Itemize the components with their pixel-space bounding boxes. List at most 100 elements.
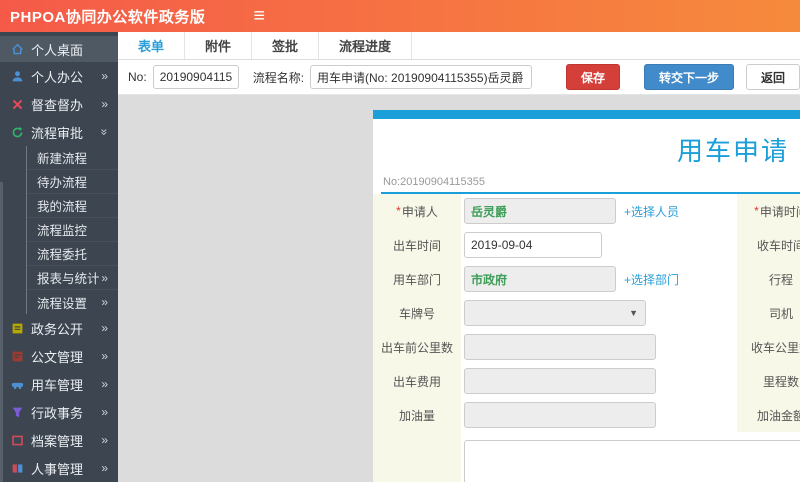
car-icon [10,377,24,391]
sidebar-item-label: 人事管理 [31,461,84,477]
depart-time-input[interactable] [464,232,602,258]
vehicle-request-form-panel: 用车申请 No:20190904115355 *申请人 +选择人员 *申请时间 … [373,110,800,482]
driver-label: 司机 [737,296,800,330]
chevron-double-right-icon: » [101,349,108,363]
chevron-double-right-icon: » [101,69,108,83]
sidebar-item-label: 行政事务 [31,405,84,421]
archive-box-icon [10,433,24,447]
chevron-double-right-icon: » [101,295,108,309]
submenu-label: 待办流程 [37,176,88,190]
required-mark: * [396,204,401,218]
sidebar: 个人桌面 个人办公 » 督查督办 » 流程审批 » 新建流程 待办流程 我的流程… [0,32,118,482]
submenu-label: 报表与统计 [37,272,100,286]
sidebar-item-label: 督查督办 [31,97,84,113]
submenu-item-pending-workflow[interactable]: 待办流程 [27,170,118,194]
select-person-link[interactable]: +选择人员 [624,203,679,220]
app-header: PHPOA协同办公软件政务版 ≡ [0,0,800,32]
submenu-item-workflow-delegate[interactable]: 流程委托 [27,242,118,266]
chevron-double-right-icon: » [101,97,108,111]
sidebar-item-gov-disclosure[interactable]: 政务公开 » [0,314,118,342]
km-return-label: 收车公里数 [737,330,800,364]
panel-accent-bar [373,110,800,119]
submenu-label: 流程委托 [37,248,88,262]
depart-time-label: 出车时间 [373,228,461,262]
document-icon [10,349,24,363]
cross-icon [10,97,24,111]
chevron-double-right-icon: » [101,461,108,475]
form-title: 用车申请 [676,136,789,166]
workflow-submenu: 新建流程 待办流程 我的流程 流程监控 流程委托 报表与统计» 流程设置 » [26,146,118,314]
workflow-name-label: 流程名称: [252,70,305,85]
submenu-item-workflow-monitor[interactable]: 流程监控 [27,218,118,242]
chevron-double-right-icon: » [101,433,108,447]
department-label: 用车部门 [373,262,461,296]
sidebar-item-label: 档案管理 [31,433,84,449]
trip-cost-input[interactable] [464,368,656,394]
save-button[interactable]: 保存 [565,64,620,90]
app-title: PHPOA协同办公软件政务版 [10,8,206,26]
hamburger-menu-icon[interactable]: ≡ [253,6,265,26]
chevron-double-down-icon: » [97,128,112,136]
tab-label: 表单 [138,39,165,54]
applicant-input[interactable] [464,198,616,224]
tab-signoff[interactable]: 签批 [252,32,320,59]
km-before-label: 出车前公里数 [373,330,461,364]
fuel-amount-input[interactable] [464,402,656,428]
sidebar-item-vehicle-management[interactable]: 用车管理 » [0,370,118,398]
caret-down-icon: ▼ [629,308,638,318]
sidebar-item-supervision[interactable]: 督查督办 » [0,90,118,118]
sidebar-item-workflow-approval[interactable]: 流程审批 » [0,118,118,146]
fuel-cost-label: 加油金额 [737,398,800,432]
department-input[interactable] [464,266,616,292]
forward-next-step-button[interactable]: 转交下一步 [643,64,734,90]
cycle-arrows-icon [10,125,24,139]
sidebar-item-label: 流程审批 [31,125,84,141]
submenu-label: 流程设置 [37,296,88,311]
reason-label-cell: 申请事由 [373,432,461,482]
tab-label: 附件 [205,39,232,54]
sidebar-item-label: 用车管理 [31,377,84,393]
chevron-double-right-icon: » [101,405,108,419]
submenu-label: 流程监控 [37,224,88,238]
back-button[interactable]: 返回 [745,64,800,90]
chevron-double-right-icon: » [101,321,108,335]
toolbar: No: 流程名称: 保存 转交下一步 返回 [118,60,800,95]
funnel-icon [10,405,24,419]
tab-label: 签批 [272,39,299,54]
plate-number-label: 车牌号 [373,296,461,330]
tab-progress[interactable]: 流程进度 [319,32,413,59]
home-icon [10,42,24,56]
tab-label: 流程进度 [339,39,392,54]
plate-number-select[interactable]: ▼ [464,300,646,326]
apply-time-label: *申请时间 [737,194,800,228]
sidebar-item-hr-management[interactable]: 人事管理 » [0,454,118,482]
submenu-item-new-workflow[interactable]: 新建流程 [27,146,118,170]
sidebar-item-label: 个人桌面 [31,42,84,58]
tab-form[interactable]: 表单 [118,32,186,59]
reason-textarea[interactable] [464,440,800,482]
submenu-item-my-workflow[interactable]: 我的流程 [27,194,118,218]
sidebar-item-admin-affairs[interactable]: 行政事务 » [0,398,118,426]
sidebar-item-archive-management[interactable]: 档案管理 » [0,426,118,454]
tab-attachments[interactable]: 附件 [185,32,253,59]
grid-document-icon [10,321,24,335]
return-time-label: 收车时间 [737,228,800,262]
submenu-item-workflow-settings[interactable]: 流程设置 » [27,290,118,314]
sidebar-item-label: 公文管理 [31,349,84,365]
submenu-label: 新建流程 [37,152,88,166]
user-icon [10,69,24,83]
no-label: No: [128,70,147,84]
sidebar-item-personal-office[interactable]: 个人办公 » [0,62,118,90]
km-before-input[interactable] [464,334,656,360]
workflow-name-input[interactable] [310,65,532,89]
no-input[interactable] [152,65,239,89]
tab-bar: 表单 附件 签批 流程进度 [118,32,800,60]
select-department-link[interactable]: +选择部门 [624,271,679,288]
chevron-double-right-icon: » [101,377,108,391]
sidebar-item-personal-desktop[interactable]: 个人桌面 [0,36,118,62]
sidebar-item-label: 个人办公 [31,69,84,85]
sidebar-item-label: 政务公开 [31,321,84,337]
trip-cost-label: 出车费用 [373,364,461,398]
submenu-item-reports-statistics[interactable]: 报表与统计» [27,266,118,290]
sidebar-item-official-docs[interactable]: 公文管理 » [0,342,118,370]
